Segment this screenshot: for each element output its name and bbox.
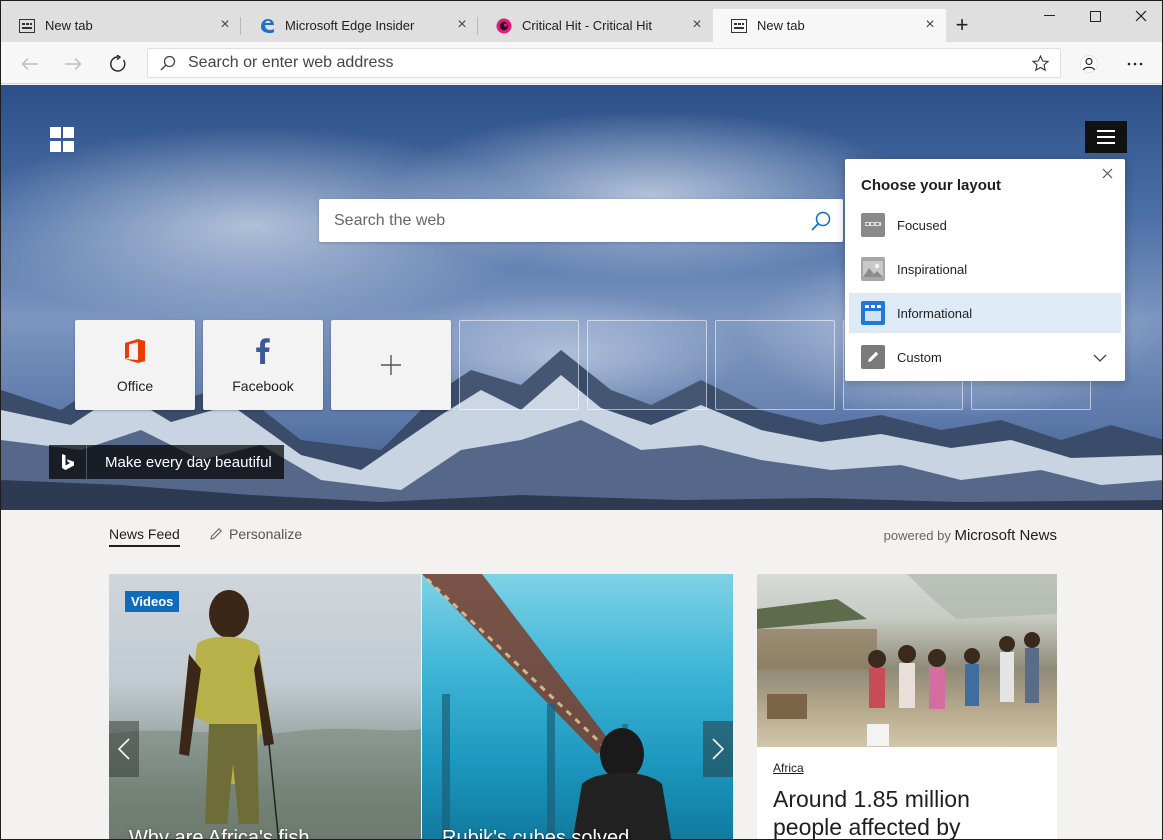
facebook-icon	[203, 336, 323, 366]
profile-button[interactable]	[1075, 50, 1103, 78]
custom-layout-icon	[861, 345, 885, 369]
more-options-button[interactable]	[1121, 50, 1149, 78]
empty-quick-link-slot	[587, 320, 707, 410]
inspirational-layout-icon	[861, 257, 885, 281]
news-card-headline: Around 1.85 million people affected by	[773, 786, 970, 840]
news-card-rubiks[interactable]: Rubik's cubes solved	[422, 574, 733, 840]
bing-logo-icon	[49, 445, 87, 479]
maximize-icon	[1089, 10, 1101, 22]
windows-logo-icon	[50, 127, 75, 152]
tab-personalize[interactable]: Personalize	[209, 526, 302, 542]
web-search-input[interactable]	[334, 211, 799, 230]
criticalhit-icon	[496, 18, 512, 34]
tab-title: New tab	[45, 18, 93, 33]
news-category-link[interactable]: Africa	[773, 761, 804, 775]
close-icon[interactable]: ×	[689, 17, 705, 33]
news-card-title: Why are Africa's fish	[129, 827, 310, 840]
panel-title: Choose your layout	[861, 177, 1002, 194]
refresh-icon	[110, 55, 126, 72]
tab-title: Critical Hit - Critical Hit	[522, 18, 652, 33]
chevron-right-icon	[712, 738, 724, 760]
close-icon[interactable]: ×	[922, 17, 938, 33]
option-label: Focused	[897, 217, 947, 233]
microsoft-news-brand: Microsoft News	[954, 527, 1057, 544]
close-icon[interactable]	[1099, 167, 1115, 183]
newtab-icon	[731, 18, 747, 34]
add-icon	[331, 350, 451, 380]
forward-arrow-icon	[65, 58, 82, 70]
option-label: Custom	[897, 349, 942, 365]
news-photo	[422, 574, 672, 839]
option-label: Inspirational	[897, 261, 968, 277]
tab-title: New tab	[757, 18, 805, 33]
minimize-button[interactable]	[1026, 1, 1072, 31]
layout-option-inspirational[interactable]: Inspirational	[849, 249, 1121, 289]
pencil-icon	[210, 528, 222, 540]
browser-window: New tab × Microsoft Edge Insider × Criti…	[0, 0, 1163, 840]
close-icon[interactable]: ×	[454, 17, 470, 33]
favorite-star-icon[interactable]	[1020, 54, 1060, 72]
news-feed-section: News Feed Personalize powered by Microso…	[1, 510, 1162, 840]
toolbar	[1, 42, 1162, 84]
forward-button[interactable]	[59, 50, 87, 78]
add-quick-link-button[interactable]	[331, 320, 451, 410]
layout-option-custom[interactable]: Custom	[849, 337, 1121, 377]
carousel-next-button[interactable]	[703, 721, 733, 777]
profile-icon	[1080, 55, 1098, 73]
web-search-box[interactable]	[319, 199, 843, 242]
chevron-down-icon[interactable]	[1093, 349, 1107, 367]
tab-new-tab-active[interactable]: New tab ×	[713, 9, 946, 42]
option-label: Informational	[897, 305, 973, 321]
tab-strip: New tab × Microsoft Edge Insider × Criti…	[1, 1, 1162, 42]
newtab-icon	[19, 18, 35, 34]
empty-quick-link-slot	[715, 320, 835, 410]
tab-new-tab-1[interactable]: New tab ×	[1, 9, 241, 42]
back-button[interactable]	[16, 50, 44, 78]
news-card-title: Rubik's cubes solved	[442, 827, 630, 840]
chevron-left-icon	[118, 738, 130, 760]
personalize-label: Personalize	[229, 526, 303, 542]
window-close-button[interactable]	[1118, 1, 1162, 31]
layout-panel: Choose your layout Focused Inspirational…	[845, 159, 1125, 381]
page-settings-button[interactable]	[1085, 121, 1127, 153]
back-arrow-icon	[21, 58, 38, 70]
search-icon[interactable]	[799, 210, 843, 232]
quick-link-label: Facebook	[232, 378, 294, 394]
focused-layout-icon	[861, 213, 885, 237]
carousel-prev-button[interactable]	[109, 721, 139, 777]
address-bar[interactable]	[147, 48, 1061, 78]
caption-text: Make every day beautiful	[105, 453, 272, 471]
tab-news-feed[interactable]: News Feed	[109, 526, 180, 547]
quick-link-facebook[interactable]: Facebook	[203, 320, 323, 410]
bing-image-caption[interactable]: Make every day beautiful	[49, 445, 284, 479]
maximize-button[interactable]	[1072, 1, 1118, 31]
powered-by-label[interactable]: powered by Microsoft News	[884, 527, 1057, 544]
close-icon	[1135, 10, 1147, 22]
videos-badge: Videos	[125, 591, 180, 612]
quick-link-label: Office	[116, 378, 154, 394]
tab-edge-insider[interactable]: Microsoft Edge Insider ×	[241, 9, 478, 42]
address-input[interactable]	[188, 49, 1020, 77]
tab-critical-hit[interactable]: Critical Hit - Critical Hit ×	[478, 9, 713, 42]
news-photo	[109, 590, 421, 839]
refresh-button[interactable]	[104, 50, 132, 78]
news-card-video[interactable]: Videos Why are Africa's fish	[109, 574, 421, 840]
close-icon[interactable]: ×	[217, 17, 233, 33]
layout-option-informational[interactable]: Informational	[849, 293, 1121, 333]
news-card-africa[interactable]: Africa Around 1.85 million people affect…	[757, 574, 1057, 840]
layout-option-focused[interactable]: Focused	[849, 205, 1121, 245]
quick-link-office[interactable]: Office	[75, 320, 195, 410]
informational-layout-icon	[861, 301, 885, 325]
hamburger-icon	[1097, 130, 1115, 132]
office-icon	[75, 336, 195, 366]
tab-title: Microsoft Edge Insider	[285, 18, 415, 33]
minimize-icon	[1043, 15, 1055, 16]
edge-icon	[259, 18, 275, 34]
new-tab-button[interactable]: +	[951, 14, 973, 36]
more-icon	[1127, 62, 1143, 66]
empty-quick-link-slot	[459, 320, 579, 410]
search-icon	[148, 55, 188, 71]
news-photo	[757, 574, 1057, 747]
